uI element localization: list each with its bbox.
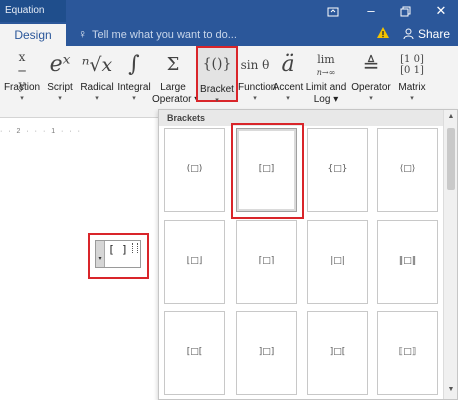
limit-and-log-button[interactable]: lim n→∞ Limit and Log ▾ xyxy=(304,46,348,118)
equation-content[interactable]: [ ] xyxy=(108,243,128,256)
equation-options-handle[interactable]: ▾ xyxy=(96,241,105,267)
gallery-scrollbar[interactable]: ▲ ▼ xyxy=(443,110,457,399)
warning-icon[interactable] xyxy=(376,26,390,40)
large-operator-label: Large xyxy=(160,82,186,93)
chevron-down-icon: ▾ xyxy=(132,95,136,102)
accent-label: Accent xyxy=(272,82,304,93)
chevron-down-icon: ▾ xyxy=(215,97,219,104)
bracket-label: Bracket xyxy=(200,84,234,95)
fraction-button[interactable]: x ─ y Fraction ▾ xyxy=(3,46,41,118)
equation-placeholder-marker xyxy=(132,243,138,253)
bracket-symbol: ⌈□⌉ xyxy=(258,256,275,266)
word-window: Equation Tools – ✕ Design ♀ Tell me what … xyxy=(0,0,458,400)
bracket-symbol: ‖□‖ xyxy=(398,256,417,266)
operator-icon: ≜ xyxy=(362,53,380,77)
chevron-down-icon: ▾ xyxy=(369,95,373,102)
equation-object[interactable]: ▾ [ ] xyxy=(95,240,141,268)
bracket-symbol: (□) xyxy=(186,164,203,174)
accent-button[interactable]: ä Accent ▾ xyxy=(272,46,304,118)
scroll-down-icon[interactable]: ▼ xyxy=(444,383,458,397)
bracket-cell-ceiling[interactable]: ⌈□⌉ xyxy=(236,220,297,304)
bracket-symbol: [□[ xyxy=(186,347,203,357)
limit-icon: lim n→∞ xyxy=(316,53,336,78)
function-button[interactable]: sin θ Function ▾ xyxy=(238,46,277,118)
bracket-cell-braces[interactable]: {□} xyxy=(307,128,368,212)
chevron-down-icon: ▾ xyxy=(286,95,290,102)
accent-icon: ä xyxy=(281,52,295,77)
bracket-cell-floor[interactable]: ⌊□⌋ xyxy=(164,220,225,304)
function-label: Function xyxy=(238,82,277,93)
large-operator-button[interactable]: Σ Large Operator ▾ xyxy=(152,46,199,118)
chevron-down-icon: ▾ xyxy=(253,95,257,102)
matrix-button[interactable]: [1 0] [0 1] Matrix ▾ xyxy=(394,46,430,118)
bracket-cell-abs[interactable]: |□| xyxy=(307,220,368,304)
operator-button[interactable]: ≜ Operator ▾ xyxy=(348,46,394,118)
share-button[interactable]: Share xyxy=(403,22,450,46)
bracket-button[interactable]: {()} Bracket ▾ xyxy=(196,46,238,104)
bracket-symbol: ⟨□⟩ xyxy=(399,164,416,174)
bracket-cell-outward[interactable]: ]□[ xyxy=(307,311,368,395)
selected-cell-highlight xyxy=(231,123,304,219)
person-icon xyxy=(403,22,414,46)
fraction-label: Fraction xyxy=(3,82,41,93)
share-label: Share xyxy=(418,27,451,41)
fraction-icon: x ─ y xyxy=(18,50,26,92)
restore-ribbon-icon[interactable] xyxy=(318,0,348,22)
radical-label: Radical xyxy=(80,82,114,93)
bracket-symbol: ⌊□⌋ xyxy=(186,256,203,266)
context-tab-label: Equation Tools xyxy=(0,0,66,38)
tell-me-text: Tell me what you want to do... xyxy=(92,29,237,41)
bracket-symbol: ]□[ xyxy=(329,347,346,357)
ribbon: x ─ y Fraction ▾ eˣ Script ▾ ⁿ√x Radical ▾… xyxy=(0,46,458,118)
bracket-symbol: ⟦□⟧ xyxy=(398,347,417,357)
bracket-cell-parentheses[interactable]: (□) xyxy=(164,128,225,212)
limit-label-2: Log ▾ xyxy=(313,94,339,105)
bracket-cell-left-open[interactable]: [□[ xyxy=(164,311,225,395)
bracket-symbol: ]□] xyxy=(258,347,275,357)
tab-row: Design ♀ Tell me what you want to do... S… xyxy=(0,22,458,46)
close-icon[interactable]: ✕ xyxy=(426,0,456,22)
chevron-down-icon: ▾ xyxy=(58,95,62,102)
function-icon: sin θ xyxy=(240,58,270,72)
script-button[interactable]: eˣ Script ▾ xyxy=(42,46,78,118)
integral-label: Integral xyxy=(117,82,151,93)
integral-icon: ∫ xyxy=(128,52,140,77)
chevron-down-icon: ▾ xyxy=(95,95,99,102)
ruler: · · 2 · · · 1 · · · xyxy=(0,128,82,135)
integral-button[interactable]: ∫ Integral ▾ xyxy=(116,46,152,118)
limit-label: Limit and xyxy=(305,82,347,93)
minimize-icon[interactable]: – xyxy=(356,0,386,22)
bracket-gallery: Brackets (□) [□] {□} ⟨□⟩ ⌊□⌋ ⌈□⌉ |□| ‖□‖… xyxy=(158,109,458,400)
bracket-cell-angle[interactable]: ⟨□⟩ xyxy=(377,128,438,212)
summation-icon: Σ xyxy=(166,54,180,75)
radical-icon: ⁿ√x xyxy=(81,54,113,76)
bracket-cell-norm[interactable]: ‖□‖ xyxy=(377,220,438,304)
large-operator-label-2: Operator ▾ xyxy=(152,94,199,105)
title-bar: Equation Tools – ✕ xyxy=(0,0,458,38)
chevron-down-icon: ▾ xyxy=(410,95,414,102)
chevron-down-icon: ▾ xyxy=(20,95,24,102)
script-label: Script xyxy=(47,82,73,93)
bracket-symbol: {□} xyxy=(327,164,348,174)
bracket-cell-double-square[interactable]: ⟦□⟧ xyxy=(377,311,438,395)
tab-design[interactable]: Design xyxy=(0,24,66,46)
lightbulb-icon: ♀ xyxy=(78,27,87,41)
scroll-up-icon[interactable]: ▲ xyxy=(444,110,458,124)
operator-label: Operator xyxy=(351,82,391,93)
radical-button[interactable]: ⁿ√x Radical ▾ xyxy=(78,46,116,118)
script-icon: eˣ xyxy=(49,52,71,77)
tell-me-box[interactable]: ♀ Tell me what you want to do... xyxy=(78,22,237,46)
matrix-label: Matrix xyxy=(398,82,426,93)
scroll-thumb[interactable] xyxy=(447,128,455,190)
maximize-icon[interactable] xyxy=(390,0,420,22)
bracket-symbol: |□| xyxy=(330,256,345,266)
bracket-cell-right-open[interactable]: ]□] xyxy=(236,311,297,395)
matrix-icon: [1 0] [0 1] xyxy=(400,54,424,76)
bracket-icon: {()} xyxy=(202,56,232,72)
